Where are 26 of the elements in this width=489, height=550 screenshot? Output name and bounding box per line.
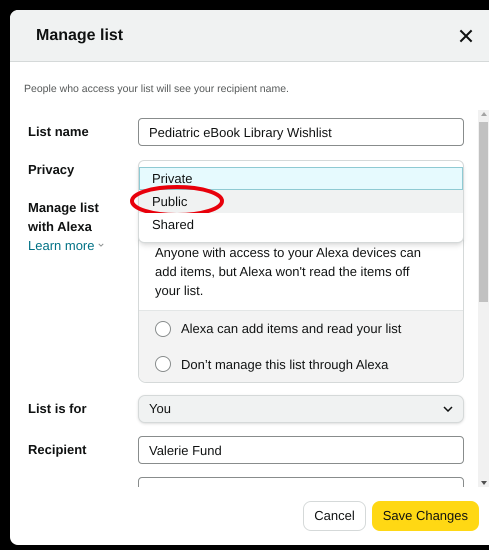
field-label: Recipient xyxy=(28,441,88,460)
cancel-button[interactable]: Cancel xyxy=(303,501,366,531)
scrollbar-thumb[interactable] xyxy=(479,122,488,302)
list-name-field[interactable]: Pediatric eBook Library Wishlist xyxy=(138,118,464,146)
chevron-down-icon xyxy=(98,243,104,248)
field-label: List name xyxy=(28,123,90,142)
recipient-field[interactable]: Valerie Fund xyxy=(138,436,464,464)
radio-label: Alexa can add items and read your list xyxy=(181,320,402,338)
list-for-select[interactable]: You xyxy=(138,395,464,423)
dropdown-option[interactable]: Private xyxy=(139,167,463,190)
scroll-up-arrow-icon[interactable] xyxy=(480,112,486,116)
chevron-down-icon xyxy=(443,406,453,412)
learn-more-link[interactable]: Learn more xyxy=(28,236,94,255)
radio-button[interactable] xyxy=(155,320,171,337)
save-changes-button[interactable]: Save Changes xyxy=(372,501,479,531)
dropdown-option[interactable]: Shared xyxy=(139,213,463,236)
radio-button[interactable] xyxy=(155,356,171,372)
scroll-down-arrow-icon[interactable] xyxy=(480,481,486,485)
alexa-description: Anyone with access to your Alexa devices can add items, but Alexa won't read the items off your list. xyxy=(155,244,422,300)
dialog-title: Manage list xyxy=(36,26,124,46)
radio-label: Don’t manage this list through Alexa xyxy=(181,356,388,374)
field-label: List is for xyxy=(28,400,88,418)
info-text: People who access your list will see your recipient name. xyxy=(24,83,289,95)
dropdown-option[interactable]: Public xyxy=(139,190,463,213)
field-label: Privacy xyxy=(28,161,76,179)
field-label: Manage list with Alexa xyxy=(28,198,100,236)
